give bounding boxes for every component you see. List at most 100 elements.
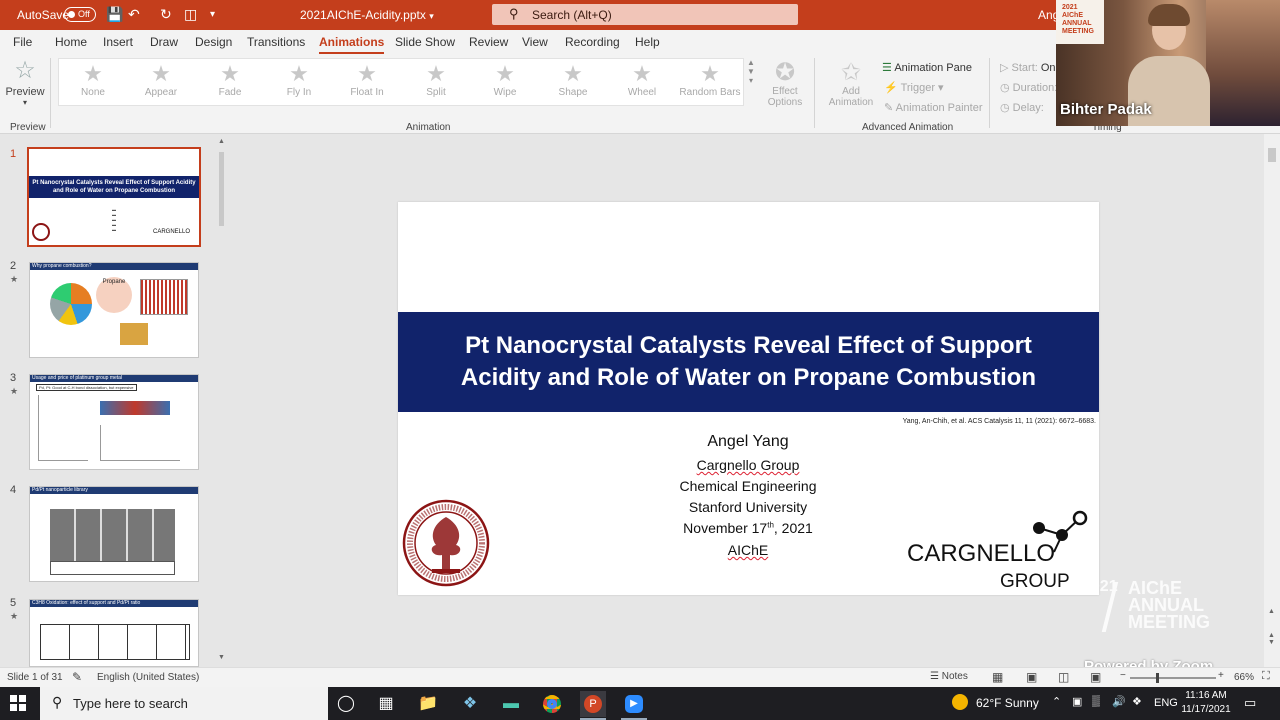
trigger-button[interactable]: ⚡ Trigger ▾ bbox=[884, 81, 944, 94]
thumb-number: 4 bbox=[10, 484, 17, 496]
video-feed[interactable]: 2021 AIChE ANNUAL MEETING Bihter Padak bbox=[1056, 0, 1280, 126]
autosave-toggle[interactable]: Off bbox=[64, 7, 96, 22]
clock[interactable]: 11:16 AM 11/17/2021 bbox=[1180, 689, 1232, 717]
scroll-thumb[interactable] bbox=[219, 152, 224, 226]
slide-title-band[interactable]: Pt Nanocrystal Catalysts Reveal Effect o… bbox=[398, 312, 1099, 412]
scroll-thumb[interactable] bbox=[1268, 148, 1276, 162]
zoom-level[interactable]: 66% bbox=[1234, 672, 1254, 683]
app-icon[interactable]: ▬ bbox=[498, 691, 524, 717]
zoom-app-icon[interactable]: ▶ bbox=[621, 691, 647, 717]
star-icon: ★ bbox=[495, 61, 515, 86]
preview-label: Preview bbox=[5, 86, 45, 98]
fit-to-window-icon[interactable]: ⛶ bbox=[1262, 670, 1270, 683]
tab-file[interactable]: File bbox=[13, 35, 32, 49]
tab-home[interactable]: Home bbox=[55, 35, 87, 49]
search-box[interactable]: ⚲ Search (Alt+Q) bbox=[492, 4, 798, 25]
tab-slide-show[interactable]: Slide Show bbox=[395, 35, 455, 49]
zoom-slider[interactable] bbox=[1130, 673, 1216, 683]
animation-painter-button[interactable]: ✎ Animation Painter bbox=[884, 101, 983, 114]
app-icon[interactable]: ❖ bbox=[457, 691, 483, 717]
anim-appear[interactable]: ★ Appear bbox=[127, 61, 195, 98]
save-icon[interactable]: 💾 bbox=[106, 6, 123, 23]
thumbnail-scrollbar[interactable]: ▲ ▼ bbox=[214, 134, 230, 667]
anim-split[interactable]: ★ Split bbox=[402, 61, 470, 98]
effect-options-button[interactable]: ✪ Effect Options bbox=[760, 60, 810, 109]
tab-recording[interactable]: Recording bbox=[565, 35, 620, 49]
tab-transitions[interactable]: Transitions bbox=[247, 35, 305, 49]
thumb-lines: ▬ ▬ ▬ ▬ ▬ bbox=[112, 207, 116, 232]
anim-random-bars[interactable]: ★ Random Bars bbox=[676, 61, 744, 98]
reading-view-icon[interactable]: ◫ bbox=[1058, 670, 1069, 684]
slide-scrollbar[interactable]: ▲ ▲ ▼ bbox=[1264, 134, 1280, 667]
present-icon[interactable]: ◫ bbox=[184, 6, 197, 23]
thumb-title: Why propane combustion? bbox=[30, 263, 198, 270]
slideshow-icon[interactable]: ▣ bbox=[1090, 670, 1101, 684]
slide-canvas[interactable]: Pt Nanocrystal Catalysts Reveal Effect o… bbox=[398, 202, 1099, 595]
windows-start-icon[interactable] bbox=[10, 695, 26, 711]
customize-chevron-icon[interactable]: ▾ bbox=[210, 9, 215, 20]
volume-icon[interactable]: 🔊 bbox=[1112, 695, 1126, 708]
plot-graphic bbox=[50, 561, 175, 575]
tab-view[interactable]: View bbox=[522, 35, 548, 49]
dropbox-icon[interactable]: ❖ bbox=[1132, 695, 1142, 708]
taskbar-search[interactable]: ⚲ Type here to search bbox=[40, 687, 328, 720]
duration-control[interactable]: ◷ Duration: bbox=[1000, 81, 1057, 94]
tab-review[interactable]: Review bbox=[469, 35, 508, 49]
slide-thumbnail-2[interactable]: Why propane combustion? Propane bbox=[29, 262, 199, 358]
anim-wipe[interactable]: ★ Wipe bbox=[471, 61, 539, 98]
slide-thumbnail-3[interactable]: Usage and price of platinum group metal … bbox=[29, 374, 199, 470]
anim-shape[interactable]: ★ Shape bbox=[539, 61, 607, 98]
tab-help[interactable]: Help bbox=[635, 35, 660, 49]
zoom-slider-handle[interactable] bbox=[1156, 673, 1159, 683]
preview-button[interactable]: ☆ Preview ▾ bbox=[4, 58, 46, 108]
chevron-up-icon[interactable]: ⌃ bbox=[1052, 695, 1061, 708]
toggle-knob bbox=[68, 11, 75, 18]
tray-icon[interactable]: ▣ bbox=[1072, 695, 1082, 708]
thumb-title: Usage and price of platinum group metal bbox=[30, 375, 198, 382]
language-indicator[interactable]: ENG bbox=[1154, 697, 1178, 709]
delay-control[interactable]: ◷ Delay: bbox=[1000, 101, 1044, 114]
powerpoint-icon[interactable]: P bbox=[580, 691, 606, 717]
weather-text[interactable]: 62°F Sunny bbox=[976, 696, 1039, 710]
network-icon[interactable]: ▒ bbox=[1092, 695, 1100, 707]
language-indicator[interactable]: English (United States) bbox=[97, 672, 199, 683]
participant-name: Bihter Padak bbox=[1060, 101, 1152, 118]
undo-icon[interactable]: ↶ bbox=[128, 6, 140, 23]
tab-insert[interactable]: Insert bbox=[103, 35, 133, 49]
anim-fade[interactable]: ★ Fade bbox=[196, 61, 264, 98]
anim-fly-in[interactable]: ★ Fly In bbox=[265, 61, 333, 98]
anim-none[interactable]: ★ None bbox=[59, 61, 127, 98]
gallery-scroll[interactable]: ▲ ▼ ▾ bbox=[746, 58, 756, 106]
zoom-in-icon[interactable]: + bbox=[1218, 670, 1224, 681]
add-animation-button[interactable]: ✩ Add Animation bbox=[820, 60, 882, 109]
slide-thumbnail-4[interactable]: Pd/Pt nanoparticle library bbox=[29, 486, 199, 582]
animation-pane-button[interactable]: ☰ Animation Pane bbox=[882, 61, 972, 74]
notification-icon[interactable]: ▭ bbox=[1244, 695, 1256, 711]
tab-animations[interactable]: Animations bbox=[319, 35, 385, 54]
start-control[interactable]: ▷ Start: On bbox=[1000, 61, 1056, 74]
thumb-number: 3 bbox=[10, 372, 17, 384]
cargnello-group-logo: CARGNELLO GROUP bbox=[907, 510, 1088, 592]
zoom-out-icon[interactable]: − bbox=[1120, 670, 1126, 681]
event-name: AIChE bbox=[727, 542, 769, 558]
bar-graphic bbox=[140, 279, 188, 315]
plot-graphic bbox=[38, 395, 88, 461]
tab-design[interactable]: Design bbox=[195, 35, 232, 49]
slide-thumbnail-1[interactable]: Pt Nanocrystal Catalysts Reveal Effect o… bbox=[27, 147, 201, 247]
task-view-icon[interactable]: ▦ bbox=[373, 691, 399, 717]
anim-float-in[interactable]: ★ Float In bbox=[333, 61, 401, 98]
document-title[interactable]: 2021AIChE-Acidity.pptx ▾ bbox=[300, 8, 434, 22]
slide-thumbnail-5[interactable]: C3H8 Oxidation: effect of support and Pd… bbox=[29, 599, 199, 667]
presenter-name: Angel Yang bbox=[707, 433, 789, 450]
animation-group-label: Animation bbox=[406, 122, 451, 133]
tab-draw[interactable]: Draw bbox=[150, 35, 178, 49]
slide-sorter-icon[interactable]: ▣ bbox=[1026, 670, 1037, 684]
accessibility-icon[interactable]: ✎ bbox=[72, 670, 82, 684]
anim-wheel[interactable]: ★ Wheel bbox=[608, 61, 676, 98]
notes-button[interactable]: ☰ Notes bbox=[930, 671, 968, 682]
normal-view-icon[interactable]: ▦ bbox=[992, 670, 1003, 684]
redo-icon[interactable]: ↻ bbox=[160, 6, 172, 23]
cortana-icon[interactable]: ◯ bbox=[333, 691, 359, 717]
file-explorer-icon[interactable]: 📁 bbox=[415, 691, 441, 717]
chrome-icon[interactable] bbox=[539, 691, 565, 717]
